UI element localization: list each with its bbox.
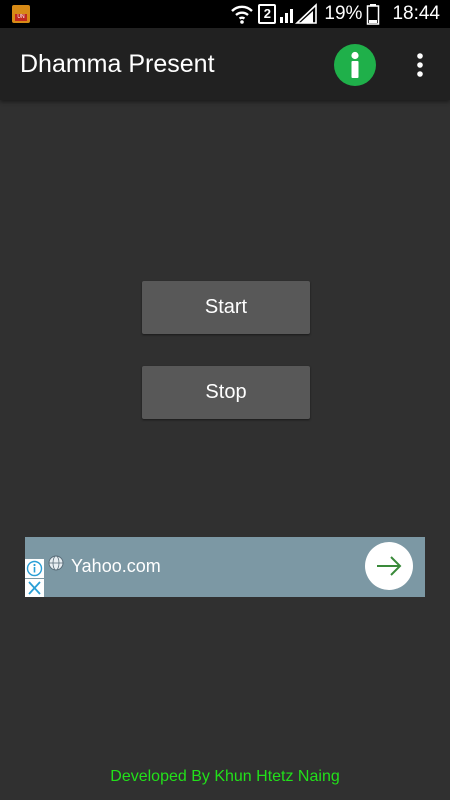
status-bar: UN 2 19% 18:44 (0, 0, 450, 28)
status-bar-right: 2 19% 18:44 (230, 0, 440, 28)
battery-icon (367, 4, 380, 25)
info-button[interactable] (334, 44, 376, 86)
ad-choices-icon[interactable] (25, 559, 44, 578)
overflow-menu-button[interactable] (404, 46, 436, 84)
overflow-menu-icon (417, 53, 423, 77)
app-notification-icon: UN (12, 5, 30, 23)
status-clock: 18:44 (392, 3, 440, 24)
start-button[interactable]: Start (142, 281, 310, 334)
stop-button[interactable]: Stop (142, 366, 310, 419)
ad-open-button[interactable] (365, 542, 413, 590)
wifi-icon (231, 5, 254, 24)
battery-percent: 19% (324, 3, 363, 24)
ad-title[interactable]: Yahoo.com (71, 537, 161, 595)
app-notification-icon-label: UN (15, 14, 27, 21)
arrow-right-icon (377, 556, 402, 576)
developer-credit: Developed By Khun Htetz Naing (110, 768, 340, 785)
signal-icon (280, 3, 318, 24)
close-icon[interactable] (25, 579, 44, 597)
app-title: Dhamma Present (20, 50, 215, 78)
info-icon (351, 51, 359, 78)
ad-banner[interactable]: Yahoo.com (25, 537, 425, 597)
sim-slot-badge: 2 (258, 4, 277, 24)
app-bar: Dhamma Present (0, 28, 450, 100)
globe-icon (48, 555, 64, 571)
